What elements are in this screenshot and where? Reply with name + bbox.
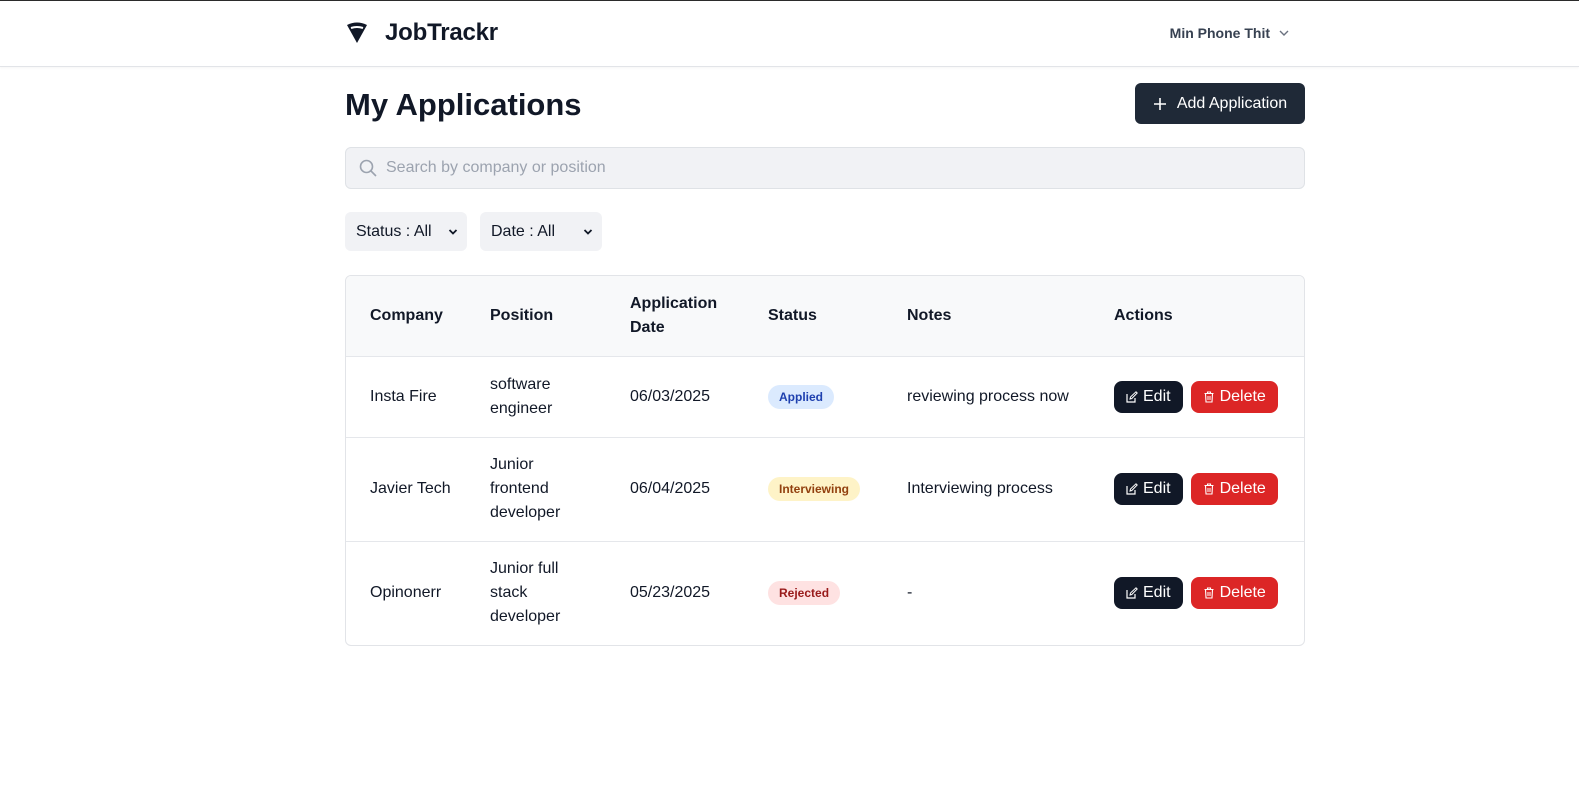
delete-button[interactable]: Delete [1190,577,1278,610]
applications-table: Company Position Application Date Status… [345,275,1305,646]
edit-icon [1126,587,1138,599]
status-badge: Interviewing [768,477,861,501]
filters: Status : All Date : All [345,212,602,251]
cell-date: 06/04/2025 [606,436,744,541]
column-header-actions: Actions [1114,306,1173,324]
search-input[interactable] [386,159,1266,177]
delete-label: Delete [1219,480,1266,497]
column-header-notes: Notes [907,306,952,324]
date-filter-label: Date : All [491,222,556,240]
add-application-button[interactable]: Add Application [1135,83,1305,124]
chevron-down-icon [448,228,458,235]
edit-button[interactable]: Edit [1114,473,1183,505]
page-title: My Applications [345,87,582,122]
cell-date: 06/03/2025 [606,355,744,437]
user-menu[interactable]: Min Phone Thit [1170,25,1290,41]
edit-button[interactable]: Edit [1114,577,1183,610]
edit-icon [1126,483,1138,495]
search-bar[interactable] [345,147,1305,189]
status-badge: Rejected [768,581,841,606]
cell-status: Applied [744,355,883,437]
date-filter-select[interactable]: Date : All [480,212,602,251]
edit-button[interactable]: Edit [1114,380,1183,413]
column-header-application-date: Application Date [630,294,718,336]
edit-icon [1126,390,1138,403]
status-badge: Applied [768,384,834,409]
brand[interactable]: JobTrackr [345,19,498,47]
column-header-company: Company [370,306,443,324]
column-header-position: Position [490,306,554,324]
delete-label: Delete [1219,387,1266,405]
edit-label: Edit [1143,584,1171,602]
cell-company: Insta Fire [346,355,466,437]
cell-actions: Edit Delete [1090,355,1304,437]
user-name: Min Phone Thit [1169,25,1270,41]
plus-icon [1153,97,1166,110]
top-navbar: JobTrackr Min Phone Thit [0,0,1579,67]
search-icon [359,159,377,177]
cell-notes: reviewing process now [883,355,1090,437]
table-row: Javier Tech Junior frontend developer 06… [346,436,1304,541]
trash-icon [1204,483,1214,495]
table-header-row: Company Position Application Date Status… [346,276,1304,356]
delete-button[interactable]: Delete [1190,473,1278,505]
cell-position: software engineer [466,355,606,437]
cell-company: Javier Tech [346,436,466,541]
title-row: My Applications Add Application [345,67,1305,147]
table-row: Insta Fire software engineer 06/03/2025 … [346,355,1304,437]
cell-actions: Edit Delete [1090,540,1304,645]
chevron-down-icon [1279,30,1289,36]
table-row: Opinonerr Junior full stack developer 05… [346,540,1304,645]
cell-position: Junior full stack developer [466,540,606,645]
brand-name: JobTrackr [385,19,498,46]
cell-company: Opinonerr [346,540,466,645]
brand-logo-icon [347,22,367,43]
cell-position: Junior frontend developer [466,436,606,541]
cell-notes: - [883,540,1090,645]
add-application-label: Add Application [1176,94,1288,112]
delete-button[interactable]: Delete [1190,380,1278,413]
cell-notes: Interviewing process [883,436,1090,541]
edit-label: Edit [1143,480,1171,497]
cell-status: Interviewing [744,436,883,541]
cell-date: 05/23/2025 [606,540,744,645]
status-filter-select[interactable]: Status : All [345,212,467,251]
status-filter-label: Status : All [356,222,432,240]
main-content: My Applications Add Application Status :… [345,67,1305,646]
cell-status: Rejected [744,540,883,645]
delete-label: Delete [1219,584,1266,602]
trash-icon [1204,587,1214,599]
chevron-down-icon [583,228,593,235]
edit-label: Edit [1143,387,1171,405]
column-header-status: Status [768,306,817,324]
trash-icon [1204,390,1214,403]
cell-actions: Edit Delete [1090,436,1304,541]
